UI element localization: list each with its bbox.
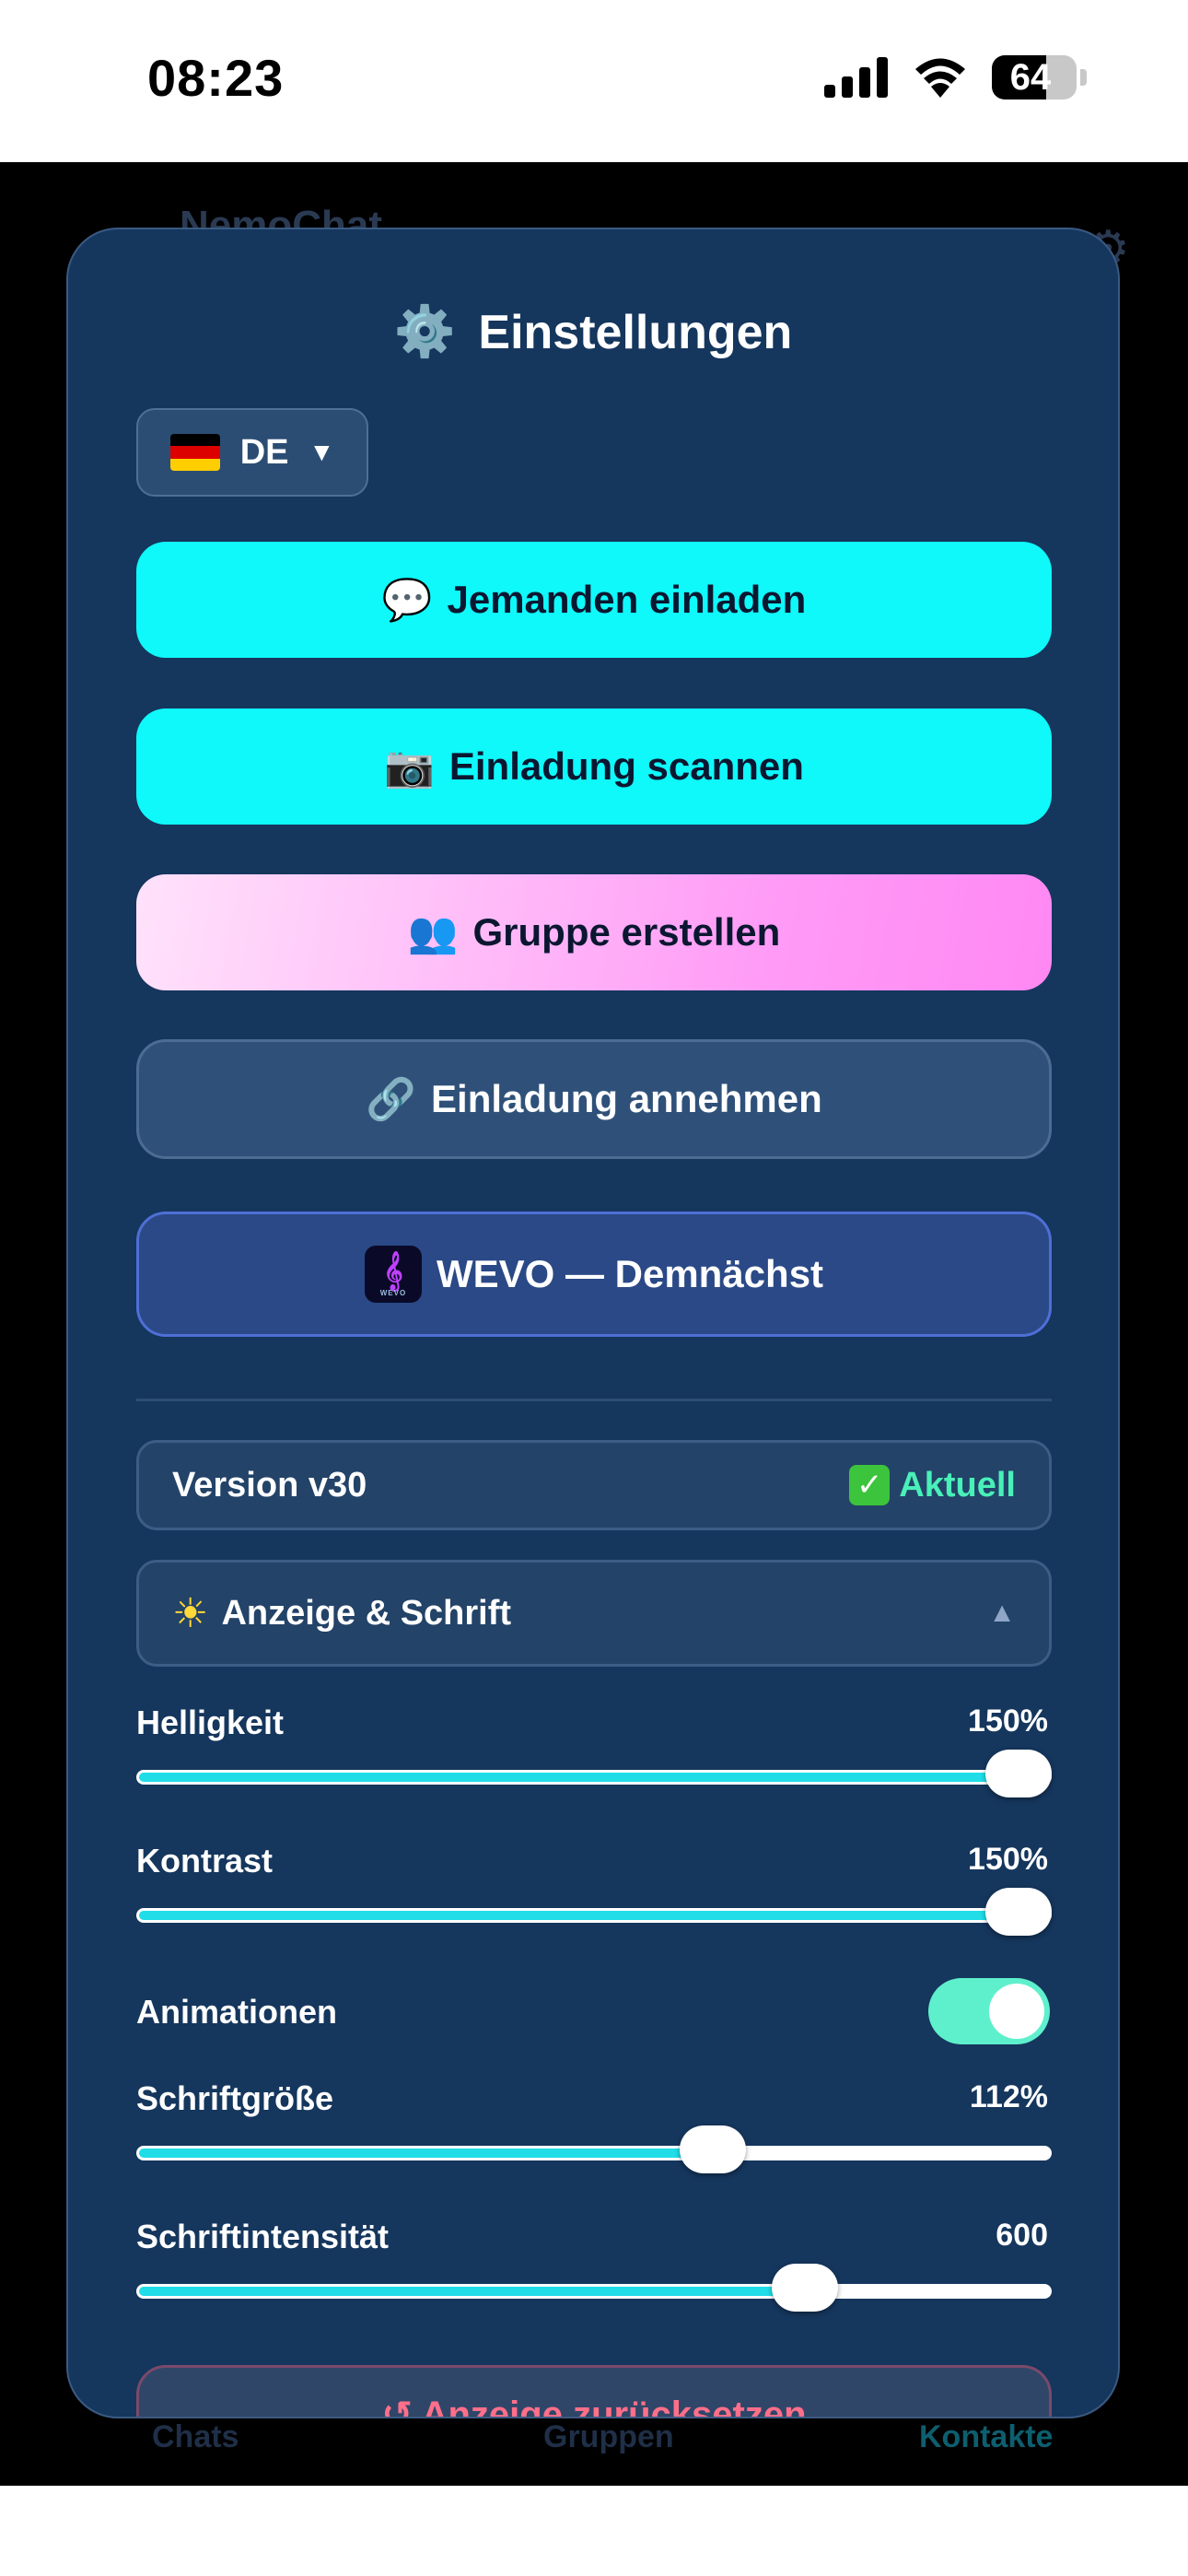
invite-button[interactable]: 💬 Jemanden einladen [136,542,1052,658]
wevo-label: WEVO — Demnächst [436,1252,824,1295]
status-icons: 64 [824,55,1087,100]
animations-toggle[interactable] [928,1978,1050,2044]
scan-invite-label: Einladung scannen [448,744,804,788]
accept-invite-button[interactable]: 🔗 Einladung annehmen [136,1039,1052,1159]
check-mark-icon: ✓ [849,1465,891,1505]
slider-thumb[interactable] [985,1750,1052,1797]
link-icon: 🔗 [366,1077,417,1122]
display-section-label: Anzeige & Schrift [221,1593,512,1633]
version-status-text: Aktuell [899,1465,1016,1505]
brightness-value: 150% [968,1704,1048,1739]
settings-title: ⚙️ Einstellungen [68,303,1118,361]
accept-invite-label: Einladung annehmen [431,1077,822,1120]
toggle-knob [989,1984,1044,2039]
slider-fill [139,2149,713,2158]
divider [136,1399,1052,1401]
font-weight-slider[interactable] [136,2264,1052,2312]
version-status: ✓ Aktuell [849,1465,1016,1505]
cellular-signal-icon [824,57,888,98]
font-size-label: Schriftgröße [136,2079,334,2117]
version-label: Version v30 [172,1465,367,1505]
brightness-label: Helligkeit [136,1704,285,1741]
settings-modal: ⚙️ Einstellungen DE ▼ 💬 Jemanden einlade… [66,228,1120,2418]
display-section-header[interactable]: ☀ Anzeige & Schrift ▲ [136,1560,1052,1667]
wevo-button[interactable]: 𝄞 WEVO WEVO — Demnächst [136,1212,1052,1337]
slider-thumb[interactable] [680,2125,746,2173]
invite-label: Jemanden einladen [447,578,807,621]
battery-percent: 64 [1009,57,1052,98]
slider-thumb[interactable] [772,2264,838,2312]
font-weight-value: 600 [996,2218,1048,2253]
slider-fill [139,2287,805,2296]
slider-fill [139,1773,1024,1782]
camera-icon: 📷 [384,744,435,790]
slider-thumb[interactable] [985,1888,1052,1936]
settings-title-text: Einstellungen [478,306,793,359]
people-icon: 👥 [407,910,459,955]
language-selector[interactable]: DE ▼ [136,408,368,497]
home-indicator-area [0,2486,1188,2576]
font-weight-label: Schriftintensität [136,2218,390,2255]
animations-label: Animationen [136,1993,338,2031]
collapse-caret-icon: ▲ [988,1598,1016,1628]
font-size-slider[interactable] [136,2125,1052,2173]
reset-display-button[interactable]: ↺ Anzeige zurücksetzen [136,2365,1052,2417]
gear-icon: ⚙️ [393,304,456,359]
battery-icon: 64 [992,55,1077,100]
sun-icon: ☀ [172,1590,209,1636]
nav-contacts: Kontakte [919,2419,1054,2454]
contrast-label: Kontrast [136,1842,274,1879]
slider-fill [139,1911,1024,1920]
version-row: Version v30 ✓ Aktuell [136,1440,1052,1530]
status-time: 08:23 [147,49,285,107]
contrast-value: 150% [968,1842,1048,1877]
create-group-label: Gruppe erstellen [472,910,781,954]
scan-invite-button[interactable]: 📷 Einladung scannen [136,708,1052,825]
brightness-slider[interactable] [136,1750,1052,1797]
nav-chats: Chats [152,2419,239,2454]
wifi-icon [915,58,965,98]
wevo-logo-icon: 𝄞 WEVO [364,1246,422,1303]
speech-bubble-icon: 💬 [381,578,433,623]
dropdown-caret-icon: ▼ [309,438,335,466]
contrast-slider[interactable] [136,1888,1052,1936]
create-group-button[interactable]: 👥 Gruppe erstellen [136,874,1052,990]
font-size-value: 112% [969,2079,1048,2114]
flag-germany-icon [169,434,220,471]
status-bar: 08:23 64 [0,0,1188,162]
language-code: DE [239,432,289,472]
nav-groups: Gruppen [543,2419,674,2454]
